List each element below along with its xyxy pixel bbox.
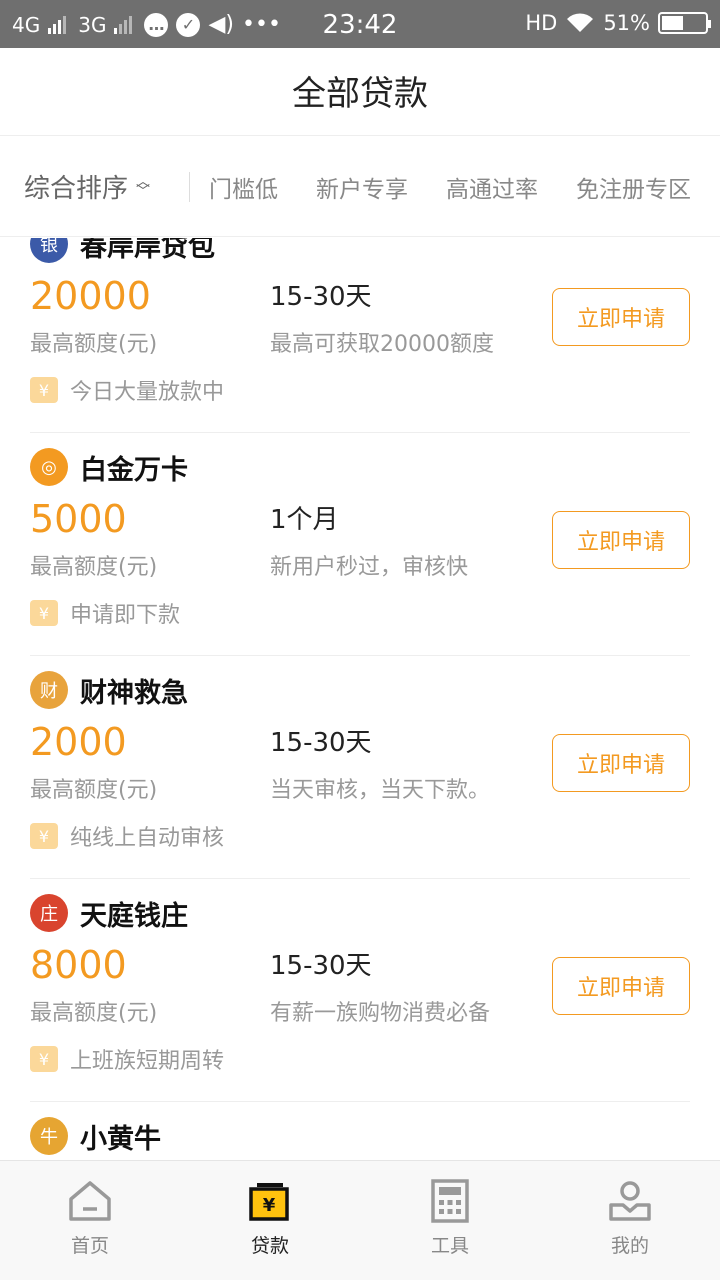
battery-fill bbox=[662, 16, 683, 30]
wifi-icon bbox=[567, 13, 594, 32]
filter-no-register[interactable]: 免注册专区 bbox=[576, 170, 691, 204]
bottom-nav: 首页 ¥ 贷款 工具 我的 bbox=[0, 1160, 720, 1280]
loan-amount-label: 最高额度(元) bbox=[30, 332, 158, 357]
nav-loan-label: 贷款 bbox=[250, 1235, 289, 1257]
loan-list[interactable]: 银春岸岸贷包 20000 最高额度(元) 15-30天 最高可获取20000额度 ¥ 今日大… bbox=[0, 238, 720, 1160]
yen-icon: ¥ bbox=[30, 823, 58, 849]
loan-amount: 20000 bbox=[30, 274, 151, 318]
loan-item[interactable]: 银春岸岸贷包 20000 最高额度(元) 15-30天最高可获取20000额度 ¥ 今日大… bbox=[30, 238, 690, 433]
title-bar: 全部贷款 bbox=[0, 48, 720, 136]
apply-button[interactable]: 立即申请 bbox=[552, 511, 690, 569]
status-bar: 4G 3G … ✓ ◀) ••• 23:42 HD 51% bbox=[0, 0, 720, 48]
nav-tools[interactable]: 工具 bbox=[360, 1161, 540, 1280]
loan-item[interactable]: ◎ 白金万卡 5000 最高额度(元) 1个月新用户秒过，审核快 ¥ 申请即下款 立即申请 bbox=[30, 433, 690, 656]
battery-icon bbox=[658, 12, 711, 34]
loan-item-head: 庄天庭钱庄 bbox=[30, 893, 188, 933]
nav-mine[interactable]: 我的 bbox=[540, 1161, 720, 1280]
page-title: 全部贷款 bbox=[292, 74, 428, 114]
loan-amount-label: 最高额度(元) bbox=[30, 778, 158, 803]
loan-tag: ¥ 纯线上自动审核 bbox=[30, 820, 224, 852]
nav-home[interactable]: 首页 bbox=[0, 1161, 180, 1280]
loan-amount-label: 最高额度(元) bbox=[30, 1001, 158, 1026]
loan-term: 15-30天 bbox=[270, 728, 372, 758]
calculator-icon bbox=[431, 1179, 469, 1223]
loan-name: 小黄牛 bbox=[80, 1123, 161, 1155]
loan-description: 有薪一族购物消费必备 bbox=[270, 1001, 491, 1026]
svg-text:¥: ¥ bbox=[263, 1195, 276, 1216]
bank-icon: 银 bbox=[30, 238, 68, 263]
profile-icon bbox=[609, 1181, 651, 1221]
loan-tag-text: 今日大量放款中 bbox=[70, 380, 225, 405]
nav-mine-label: 我的 bbox=[610, 1235, 649, 1257]
nav-home-label: 首页 bbox=[70, 1235, 109, 1257]
yen-icon: ¥ bbox=[30, 1046, 58, 1072]
loan-icon: ¥ bbox=[249, 1183, 289, 1221]
loan-amount: 5000 bbox=[30, 497, 127, 541]
filter-bar: 综合排序 ︿ ﹀ 门槛低 新户专享 高通过率 免注册专区 bbox=[0, 137, 720, 237]
loan-name: 春岸岸贷包 bbox=[80, 238, 215, 263]
sort-chevron-icon: ︿ ﹀ bbox=[136, 173, 151, 200]
loan-tag-text: 申请即下款 bbox=[70, 603, 181, 628]
loan-tag: ¥ 今日大量放款中 bbox=[30, 374, 224, 406]
yen-icon: ¥ bbox=[30, 600, 58, 626]
fortune-god-icon: 财 bbox=[30, 671, 68, 709]
sort-dropdown[interactable]: 综合排序 ︿ ﹀ bbox=[0, 171, 190, 204]
sort-label: 综合排序 bbox=[24, 174, 129, 204]
loan-tag-text: 纯线上自动审核 bbox=[70, 826, 225, 851]
filter-low-threshold[interactable]: 门槛低 bbox=[209, 170, 278, 204]
apply-button[interactable]: 立即申请 bbox=[552, 957, 690, 1015]
loan-item[interactable]: 庄天庭钱庄 8000 最高额度(元) 15-30天有薪一族购物消费必备 ¥ 上班族短期周转… bbox=[30, 879, 690, 1102]
loan-item-head: 财财神救急 bbox=[30, 670, 188, 710]
loan-amount: 8000 bbox=[30, 943, 127, 987]
nav-loan[interactable]: ¥ 贷款 bbox=[180, 1161, 360, 1280]
loan-name: 天庭钱庄 bbox=[80, 900, 188, 932]
nav-tools-label: 工具 bbox=[430, 1235, 469, 1257]
loan-name: 白金万卡 bbox=[80, 454, 188, 486]
loan-name: 财神救急 bbox=[80, 677, 188, 709]
loan-item-head: 牛小黄牛 bbox=[30, 1116, 161, 1156]
loan-item[interactable]: 财财神救急 2000 最高额度(元) 15-30天当天审核，当天下款。 ¥ 纯线上自动审核… bbox=[30, 656, 690, 879]
loan-tag: ¥ 申请即下款 bbox=[30, 597, 180, 629]
apply-button[interactable]: 立即申请 bbox=[552, 288, 690, 346]
loan-description: 最高可获取20000额度 bbox=[270, 332, 494, 357]
loan-item-head: 银春岸岸贷包 bbox=[30, 238, 215, 264]
filter-high-pass-rate[interactable]: 高通过率 bbox=[446, 170, 538, 204]
loan-tag-text: 上班族短期周转 bbox=[70, 1049, 225, 1074]
loan-description: 当天审核，当天下款。 bbox=[270, 778, 491, 803]
filter-new-user[interactable]: 新户专享 bbox=[316, 170, 408, 204]
loan-amount-label: 最高额度(元) bbox=[30, 555, 158, 580]
loan-item-head: ◎ 白金万卡 bbox=[30, 447, 188, 487]
status-right: HD 51% bbox=[525, 11, 711, 35]
hd-label: HD bbox=[525, 11, 558, 35]
loan-list-inner: 银春岸岸贷包 20000 最高额度(元) 15-30天 最高可获取20000额度 ¥ 今日大… bbox=[0, 238, 720, 1160]
loan-term: 15-30天 bbox=[270, 951, 372, 981]
home-icon bbox=[69, 1181, 111, 1221]
battery-percent: 51% bbox=[603, 11, 650, 35]
loan-term: 15-30天 bbox=[270, 282, 372, 312]
loan-item[interactable]: 牛小黄牛 bbox=[30, 1102, 690, 1160]
apply-button[interactable]: 立即申请 bbox=[552, 734, 690, 792]
loan-description: 新用户秒过，审核快 bbox=[270, 555, 469, 580]
loan-amount: 2000 bbox=[30, 720, 127, 764]
temple-icon: 庄 bbox=[30, 894, 68, 932]
coin-icon: ◎ bbox=[30, 448, 68, 486]
loan-term: 1个月 bbox=[270, 505, 339, 535]
filter-options: 门槛低 新户专享 高通过率 免注册专区 bbox=[190, 170, 720, 204]
ox-icon: 牛 bbox=[30, 1117, 68, 1155]
loan-tag: ¥ 上班族短期周转 bbox=[30, 1043, 224, 1075]
yen-icon: ¥ bbox=[30, 377, 58, 403]
